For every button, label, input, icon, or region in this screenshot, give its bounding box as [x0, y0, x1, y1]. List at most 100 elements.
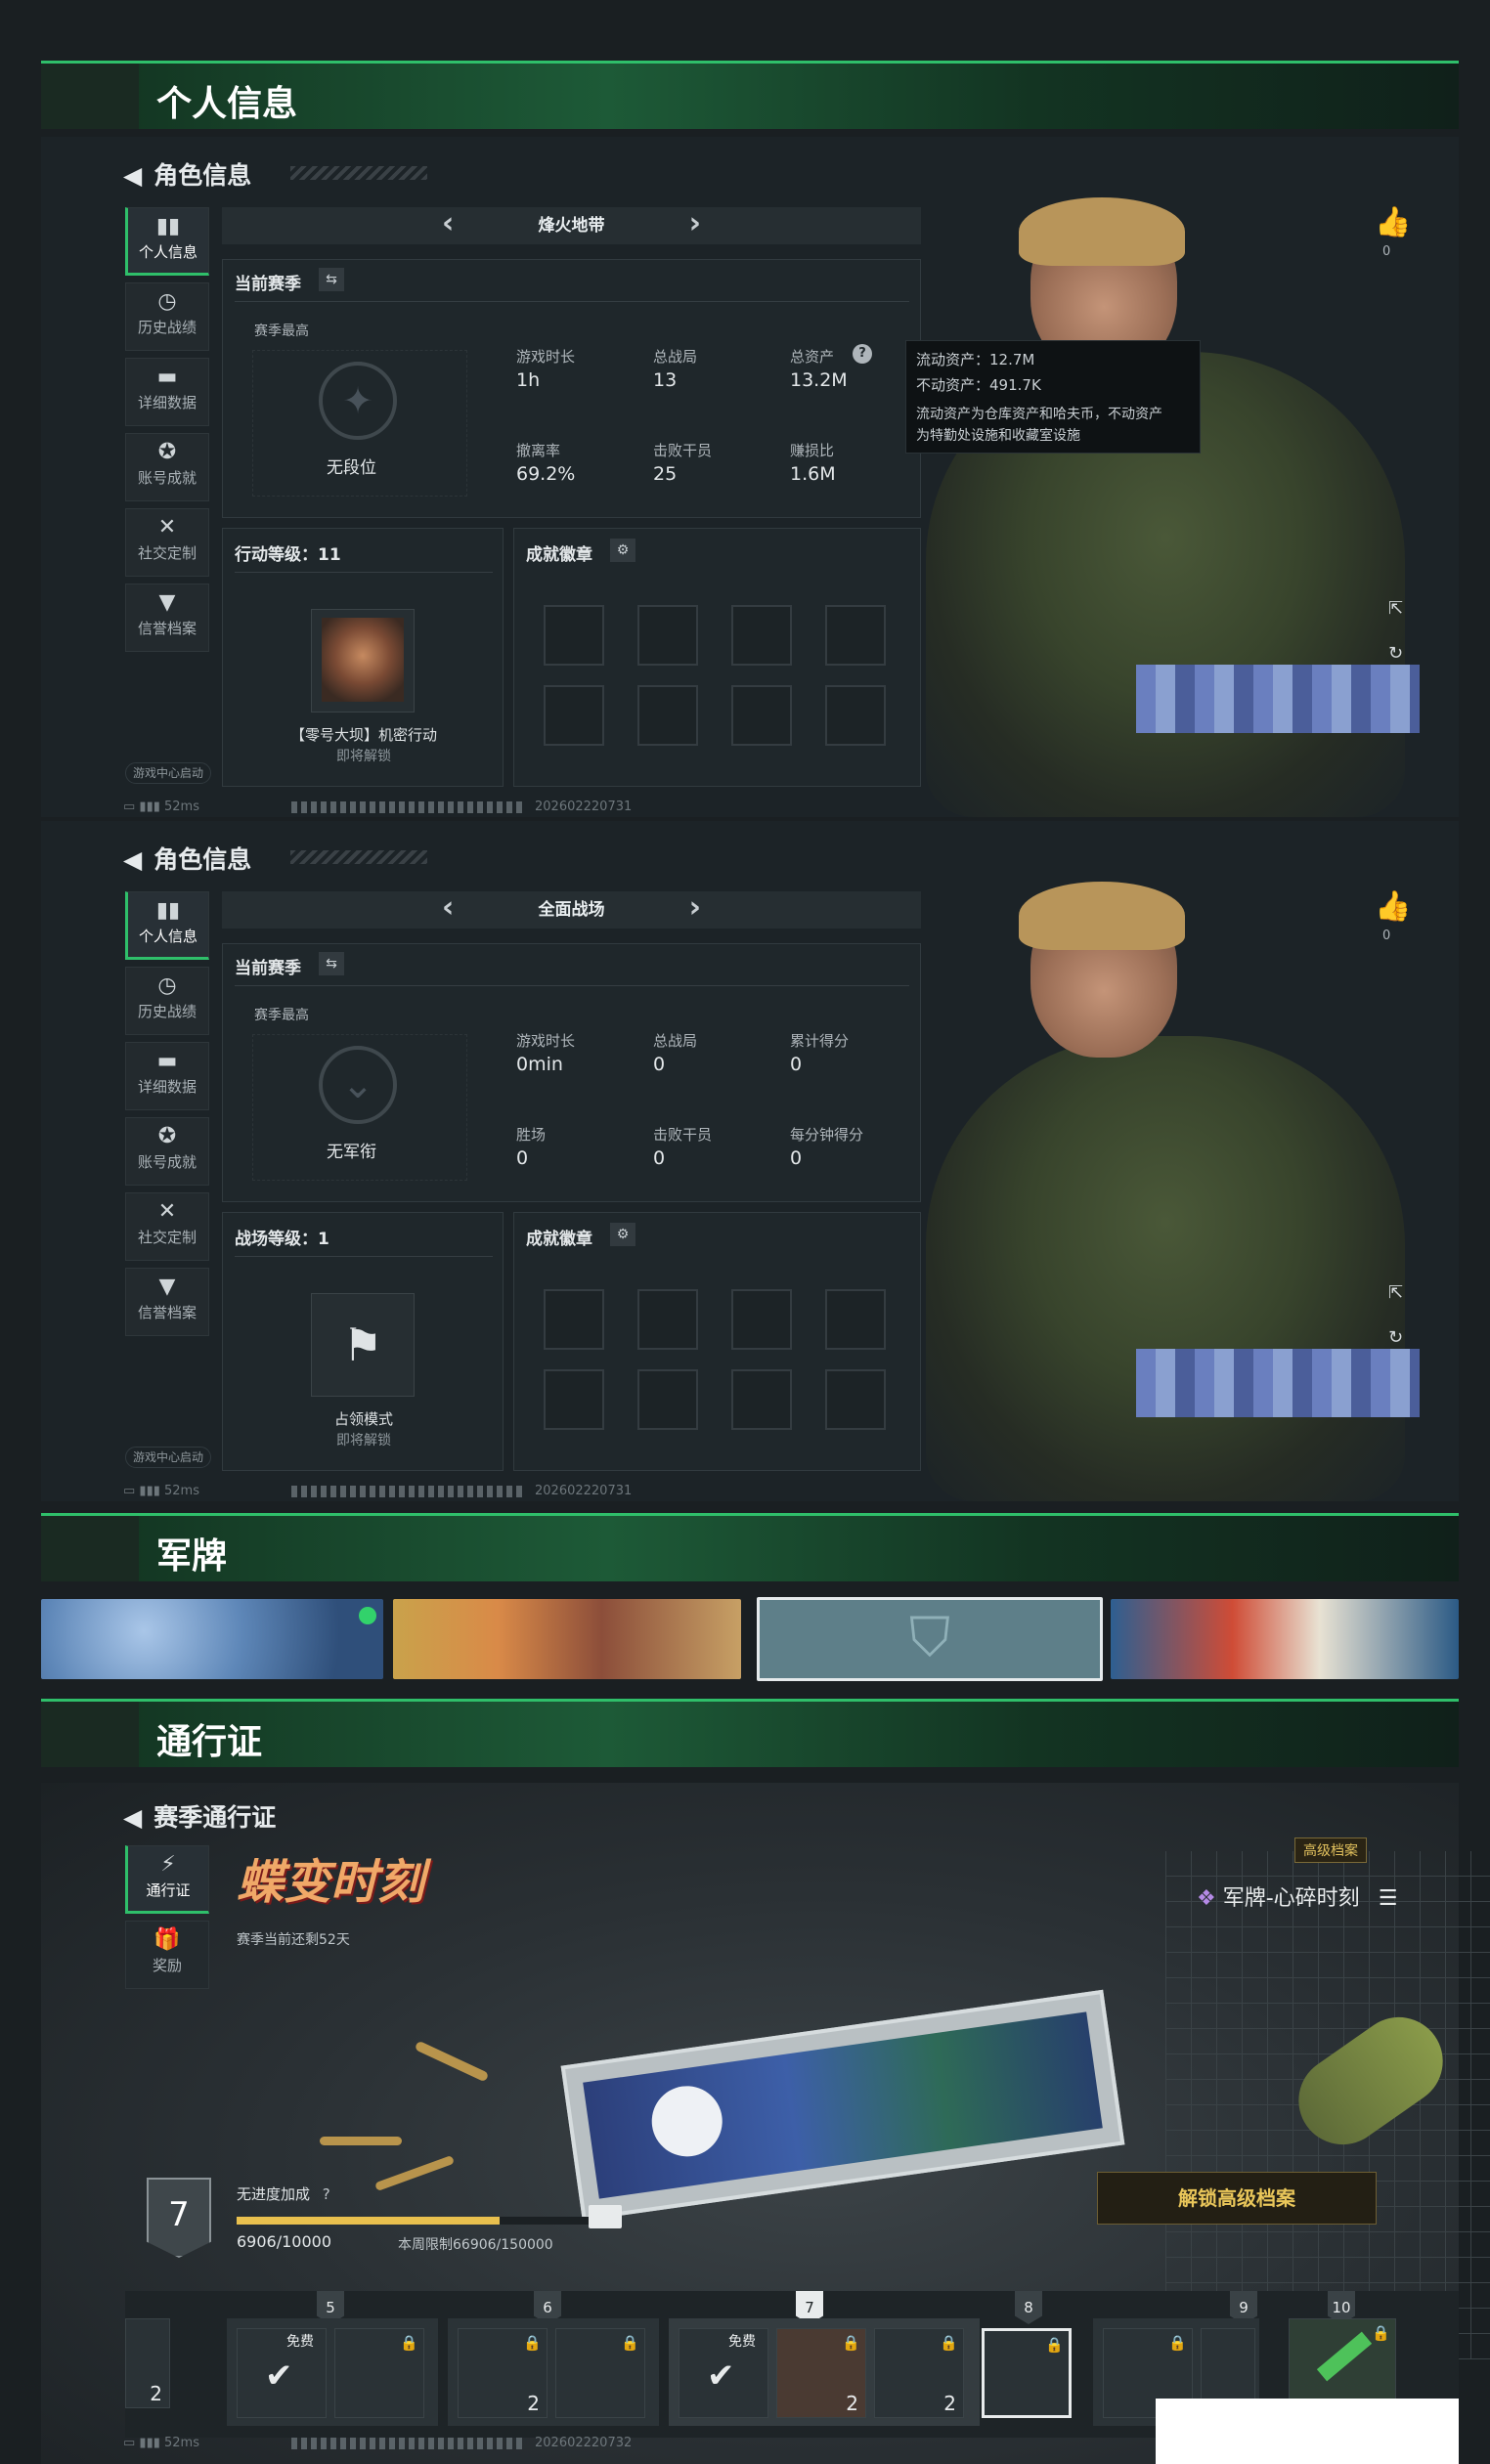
level-box: 行动等级：11 【零号大坝】机密行动 即将解锁 — [222, 528, 504, 787]
like-count: 0 — [1382, 244, 1391, 259]
reward-slot[interactable]: 免费 ✔ — [679, 2328, 768, 2418]
gear-icon[interactable]: ⚙ — [610, 539, 635, 562]
prev-mode-arrow-icon[interactable]: ‹ — [442, 891, 454, 925]
pass-level-badge: 7 — [147, 2178, 211, 2258]
sidebar-item-achievements[interactable]: ✪ 账号成就 — [125, 433, 209, 501]
bar-chart-icon: ▮▮ — [155, 898, 181, 923]
next-mode-arrow-icon[interactable]: › — [689, 891, 701, 925]
help-icon[interactable]: ? — [853, 344, 872, 364]
level-box: 战场等级：1 ⚑ 占领模式 即将解锁 — [222, 1212, 504, 1471]
next-mode-arrow-icon[interactable]: › — [689, 207, 701, 240]
sidebar-item-social[interactable]: ✕ 社交定制 — [125, 508, 209, 577]
rotate-icon[interactable]: ↻ — [1388, 1327, 1403, 1348]
dogtag-card-octopus[interactable] — [1111, 1599, 1459, 1679]
panel-header: ◀ 角色信息 — [123, 156, 251, 192]
back-chevron-icon[interactable]: ◀ — [123, 845, 142, 874]
rotate-icon[interactable]: ↻ — [1388, 643, 1403, 664]
folder-icon: ▬ — [156, 365, 178, 389]
sidebar-item-reputation[interactable]: ▼ 信誉档案 — [125, 584, 209, 652]
reward-slot[interactable]: 免费 ✔ — [237, 2328, 327, 2418]
sidebar-item-personal[interactable]: ▮▮ 个人信息 — [125, 207, 209, 276]
swap-icon[interactable]: ⇆ — [319, 952, 344, 975]
lock-icon: 🔒 — [621, 2334, 639, 2352]
stat-label: 撤离率 — [516, 442, 561, 459]
sidebar-item-personal[interactable]: ▮▮ 个人信息 — [125, 891, 209, 960]
reward-slot[interactable]: 🔒 — [334, 2328, 424, 2418]
reward-name-row[interactable]: ❖ 军牌-心碎时刻 ☰ — [1197, 1880, 1397, 1912]
share-icon[interactable]: ⇱ — [1388, 1282, 1403, 1303]
help-icon[interactable]: ? — [323, 2185, 330, 2203]
lock-icon: 🔒 — [842, 2334, 860, 2352]
section-banner-personal: 个人信息 — [41, 61, 1459, 129]
season-high-label: 赛季最高 — [254, 1008, 309, 1023]
reward-slot[interactable]: 2 — [125, 2318, 170, 2408]
unlock-reward-thumb — [311, 609, 415, 713]
clock-icon: ◷ — [157, 289, 177, 314]
mode-switcher: ‹ 烽火地带 › — [222, 207, 921, 244]
dogtag-card-blue-flowers[interactable] — [41, 1599, 383, 1679]
sidebar-item-achievements[interactable]: ✪ 账号成就 — [125, 1117, 209, 1186]
lock-icon: 🔒 — [523, 2334, 542, 2352]
stat-value: 13 — [653, 369, 678, 391]
stat-label: 每分钟得分 — [790, 1126, 864, 1144]
panel-title: 角色信息 — [153, 845, 252, 874]
reward-slot[interactable]: 🔒 2 — [874, 2328, 964, 2418]
weekly-limit: 本周限制66906/150000 — [398, 2237, 553, 2253]
prev-mode-arrow-icon[interactable]: ‹ — [442, 207, 454, 240]
startup-badge: 游戏中心启动 — [125, 762, 211, 784]
sidebar-item-pass[interactable]: ⚡ 通行证 — [125, 1845, 209, 1914]
panel-title: 赛季通行证 — [153, 1803, 277, 1832]
gear-icon[interactable]: ⚙ — [610, 1223, 635, 1246]
gift-icon: 🎁 — [153, 1927, 181, 1952]
lock-icon: 🔒 — [1168, 2334, 1187, 2352]
like-count: 0 — [1382, 929, 1391, 943]
flag-mode-icon: ⚑ — [311, 1293, 415, 1397]
stat-value: 69.2% — [516, 463, 576, 485]
dogtag-card-cartoon[interactable] — [393, 1599, 741, 1679]
share-icon[interactable]: ⇱ — [1388, 598, 1403, 619]
sidebar-item-details[interactable]: ▬ 详细数据 — [125, 1042, 209, 1110]
dogtag-card-selected[interactable]: ⛉ — [757, 1597, 1103, 1681]
stat-label: 击败干员 — [653, 442, 713, 459]
bonus-row: 无进度加成 ? — [237, 2185, 330, 2203]
premium-tag: 高级档案 — [1294, 1837, 1367, 1863]
rank-emblem-icon: ✦ — [319, 362, 397, 440]
unlock-premium-button[interactable]: 解锁高级档案 — [1097, 2172, 1377, 2225]
shield-icon: ▼ — [158, 590, 176, 615]
rank-emblem-icon: ⌄ — [319, 1046, 397, 1124]
sidebar-item-reputation[interactable]: ▼ 信誉档案 — [125, 1268, 209, 1336]
reward-slot[interactable]: 🔒 — [555, 2328, 645, 2418]
lock-icon: 🔒 — [400, 2334, 418, 2352]
like-icon[interactable]: 👍 — [1375, 889, 1411, 924]
stat-value: 25 — [653, 463, 678, 485]
back-chevron-icon[interactable]: ◀ — [123, 1803, 142, 1832]
ping-text: 52ms — [164, 2436, 199, 2450]
badges-label: 成就徽章 — [526, 545, 592, 565]
reward-slot[interactable]: 🔒 — [982, 2328, 1072, 2418]
sidebar-item-rewards[interactable]: 🎁 奖励 — [125, 1921, 209, 1989]
reward-slot[interactable]: 🔒 2 — [458, 2328, 548, 2418]
season-high-label: 赛季最高 — [254, 324, 309, 339]
checkmark-icon: ✔ — [707, 2356, 735, 2396]
panel-header: ◀ 角色信息 — [123, 841, 251, 876]
section-title: 个人信息 — [156, 84, 298, 124]
like-icon[interactable]: 👍 — [1375, 205, 1411, 239]
swap-icon[interactable]: ⇆ — [319, 268, 344, 291]
sidebar-item-history[interactable]: ◷ 历史战绩 — [125, 282, 209, 351]
back-chevron-icon[interactable]: ◀ — [123, 161, 142, 190]
stat-label: 击败干员 — [653, 1126, 713, 1144]
progress-fill — [237, 2217, 501, 2225]
sidebar-item-social[interactable]: ✕ 社交定制 — [125, 1192, 209, 1261]
sidebar-item-details[interactable]: ▬ 详细数据 — [125, 358, 209, 426]
ping-text: 52ms — [164, 1484, 199, 1498]
sidebar-item-history[interactable]: ◷ 历史战绩 — [125, 967, 209, 1035]
stat-label: 总战局 — [653, 1032, 698, 1050]
list-icon: ☰ — [1378, 1886, 1398, 1911]
stat-value: 0 — [790, 1147, 803, 1169]
panel-header: ◀ 赛季通行证 — [123, 1798, 276, 1834]
reward-slot[interactable]: 🔒 2 — [776, 2328, 866, 2418]
unlock-note: 即将解锁 — [336, 749, 391, 764]
lock-icon: 🔒 — [940, 2334, 958, 2352]
medal-icon: ✪ — [157, 440, 177, 464]
shield-icon: ▼ — [158, 1275, 176, 1299]
